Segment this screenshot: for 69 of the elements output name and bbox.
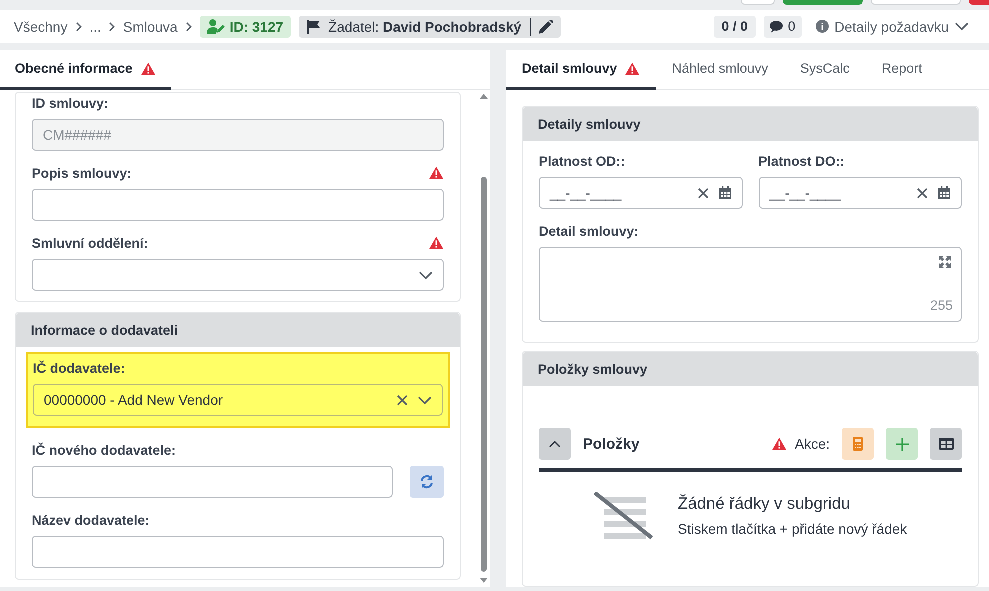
character-counter: 255	[930, 298, 953, 313]
field-label: ID smlouvy:	[32, 96, 109, 110]
flag-icon	[306, 20, 321, 34]
field-label: Detail smlouvy:	[539, 224, 639, 238]
caret-icon	[549, 440, 561, 448]
field-label: IČ nového dodavatele:	[32, 442, 176, 458]
requester-text: Žadatel: David Pochobradský	[328, 18, 522, 34]
field-label: Název dodavatele:	[32, 512, 150, 528]
tab[interactable]: Náhled smlouvy	[656, 50, 784, 90]
id-badge: ID: 3127	[200, 16, 291, 38]
date-placeholder: __-__-____	[770, 185, 842, 201]
pencil-icon[interactable]	[538, 20, 553, 34]
counter: 0 / 0	[714, 16, 756, 38]
info-icon	[816, 20, 829, 33]
chevron-right-icon	[76, 22, 82, 32]
clear-icon[interactable]	[397, 394, 408, 406]
scroll-up-icon[interactable]	[480, 94, 488, 99]
chevron-down-icon	[418, 396, 432, 404]
clear-icon[interactable]	[698, 188, 708, 198]
empty-state-hint: Stiskem tlačítka + přidáte nový řádek	[678, 521, 908, 537]
date-field[interactable]: __-__-____	[758, 177, 962, 209]
section-header: Položky smlouvy	[523, 352, 978, 386]
calendar-icon[interactable]	[938, 186, 951, 200]
section-header: Informace o dodavateli	[16, 313, 460, 347]
date-field[interactable]: __-__-____	[539, 177, 742, 209]
select-field[interactable]	[32, 259, 444, 291]
chevron-down-icon	[419, 270, 433, 280]
actions-label: Akce:	[794, 436, 830, 452]
scroll-down-icon[interactable]	[480, 578, 488, 583]
field-label: Popis smlouvy:	[32, 166, 132, 180]
field-label: Platnost DO::	[758, 154, 845, 168]
select-field[interactable]: 00000000 - Add New Vendor	[33, 384, 443, 416]
expand-icon[interactable]	[939, 256, 951, 268]
clear-icon[interactable]	[917, 188, 928, 198]
breadcrumb-link[interactable]: Smlouva	[123, 18, 178, 34]
user-edit-icon	[206, 19, 225, 34]
comment-icon	[770, 20, 784, 32]
refresh-icon	[420, 475, 434, 489]
input-field[interactable]	[32, 536, 444, 568]
select-value: 00000000 - Add New Vendor	[44, 392, 224, 408]
field-label: Platnost OD::	[539, 154, 626, 168]
input-field[interactable]	[32, 189, 444, 221]
toolbar-button[interactable]	[969, 0, 989, 5]
breadcrumb-link[interactable]: ...	[90, 18, 102, 34]
calendar-icon[interactable]	[718, 186, 732, 200]
subgrid-title: Položky	[583, 436, 641, 452]
plus-icon	[896, 438, 908, 450]
field-label: IČ dodavatele:	[33, 360, 126, 376]
collapse-button[interactable]	[539, 428, 571, 460]
tab[interactable]: SysCalc	[784, 50, 866, 90]
tab[interactable]: Report	[866, 50, 938, 90]
breadcrumb-link[interactable]: Všechny	[14, 18, 68, 34]
chevron-right-icon	[109, 22, 116, 32]
input-field[interactable]	[32, 466, 393, 498]
add-button[interactable]	[886, 428, 918, 460]
calculator-button[interactable]	[842, 428, 874, 460]
chevron-right-icon	[186, 22, 192, 32]
calculator-icon	[853, 437, 863, 451]
section-header: Detaily smlouvy	[523, 107, 978, 141]
empty-state-title: Žádné řádky v subgridu	[678, 495, 852, 514]
table-icon	[938, 438, 954, 450]
refresh-button[interactable]	[410, 466, 444, 498]
field-label: Smluvní oddělení:	[32, 236, 148, 250]
no-rows-icon	[594, 492, 656, 540]
comments-count[interactable]: 0	[764, 16, 802, 38]
date-placeholder: __-__-____	[550, 185, 623, 201]
chevron-down-icon	[955, 22, 969, 31]
details-toggle[interactable]: Detaily požadavku	[810, 18, 975, 36]
grid-view-button[interactable]	[930, 428, 962, 460]
